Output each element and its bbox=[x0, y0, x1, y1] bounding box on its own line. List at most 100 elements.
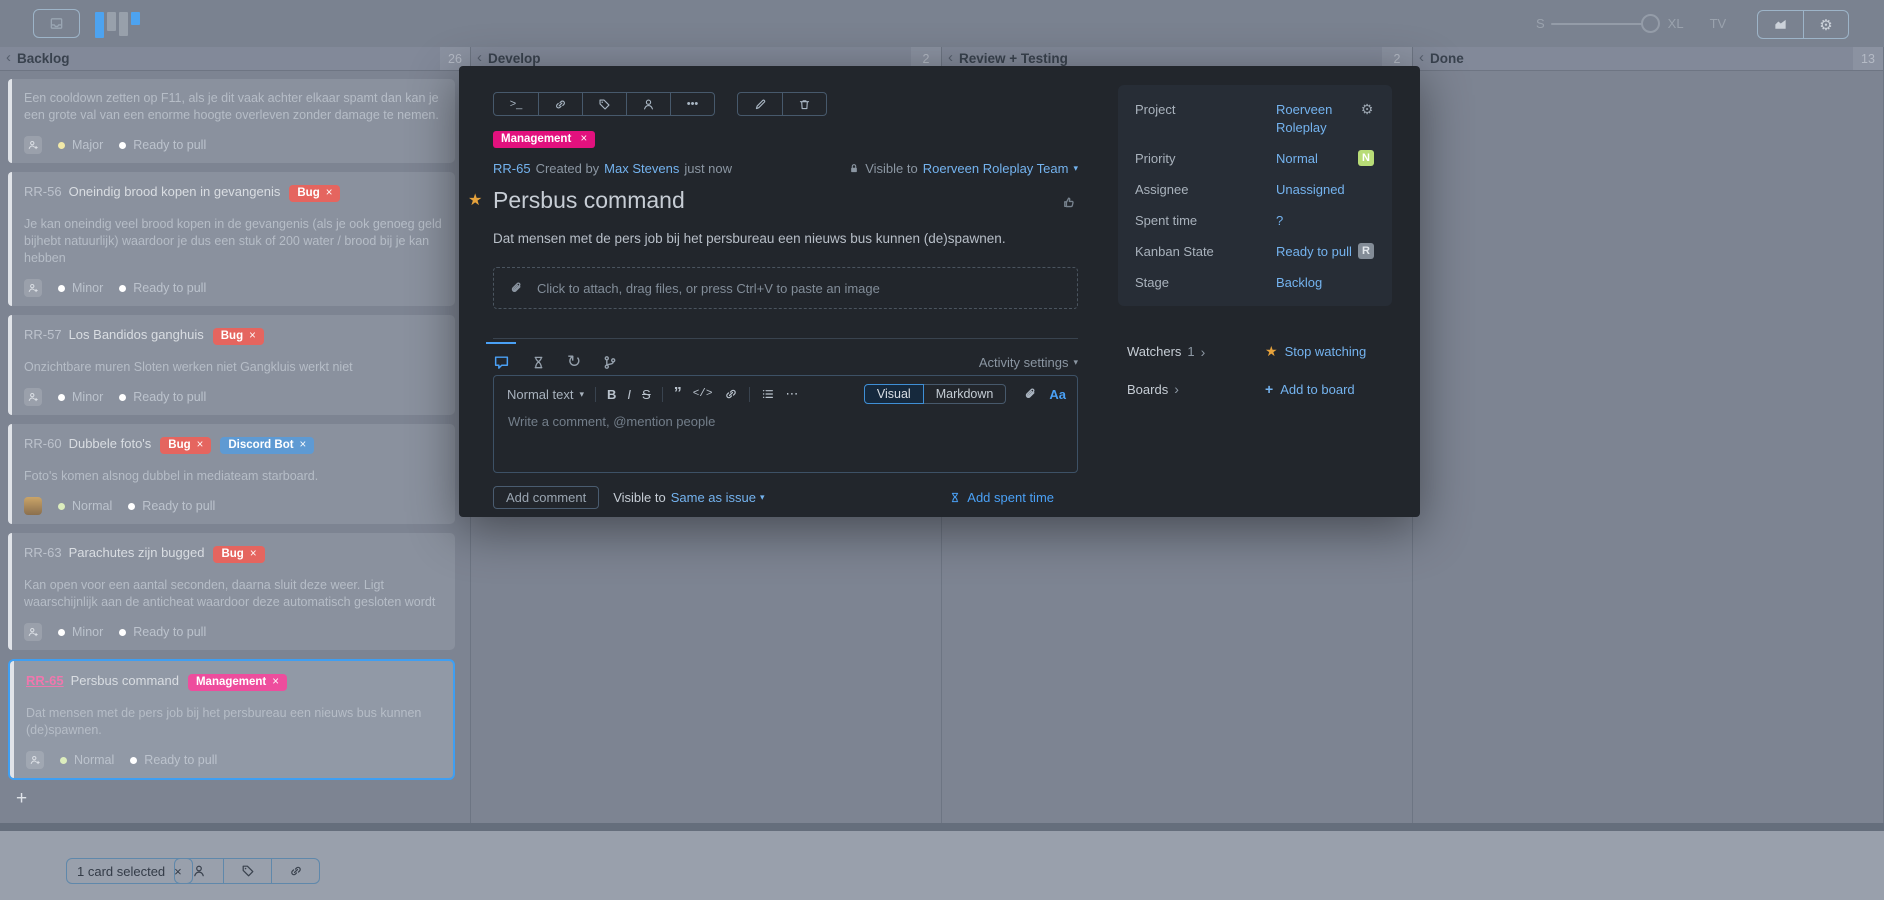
add-comment-button[interactable]: Add comment bbox=[493, 486, 599, 509]
paragraph-format-select[interactable]: Normal text ▾ bbox=[507, 387, 584, 402]
size-slider-track[interactable] bbox=[1551, 23, 1643, 25]
tab-comments[interactable] bbox=[493, 354, 510, 371]
code-button[interactable]: </> bbox=[693, 388, 713, 400]
field-value[interactable]: Normal bbox=[1276, 150, 1358, 168]
inbox-button[interactable] bbox=[33, 9, 80, 38]
chevron-right-icon: › bbox=[1174, 381, 1179, 397]
chart-bar bbox=[119, 12, 128, 36]
card-priority: Minor bbox=[72, 281, 103, 295]
assignee-avatar[interactable] bbox=[24, 136, 42, 154]
card-id[interactable]: RR-63 bbox=[24, 545, 62, 560]
tag-chip[interactable]: Bug× bbox=[213, 328, 264, 345]
gear-icon[interactable]: ⚙ bbox=[1358, 101, 1376, 117]
edit-issue-button[interactable] bbox=[738, 93, 782, 115]
author-link[interactable]: Max Stevens bbox=[604, 161, 679, 176]
font-size-toggle[interactable]: Aa bbox=[1049, 387, 1066, 402]
add-to-board-button[interactable]: + Add to board bbox=[1265, 381, 1393, 397]
board-card[interactable]: RR-63Parachutes zijn buggedBug× Kan open… bbox=[8, 533, 455, 650]
boards-link[interactable]: Boards › bbox=[1127, 381, 1265, 397]
thumbs-up-button[interactable] bbox=[1061, 194, 1076, 209]
visibility-group-link[interactable]: Roerveen Roleplay Team bbox=[923, 161, 1069, 176]
board-switcher-icon[interactable] bbox=[95, 12, 140, 38]
board-settings-button[interactable]: ⚙ bbox=[1803, 11, 1848, 38]
more-formatting-button[interactable]: ⋯ bbox=[786, 386, 799, 402]
board-card[interactable]: RR-56Oneindig brood kopen in gevangenisB… bbox=[8, 172, 455, 306]
issue-id-link[interactable]: RR-65 bbox=[493, 161, 531, 176]
comment-visibility-select[interactable]: Same as issue bbox=[671, 490, 756, 505]
tag-chip[interactable]: Bug × bbox=[160, 437, 211, 454]
attach-to-comment-button[interactable] bbox=[1023, 387, 1038, 402]
tab-vcs[interactable] bbox=[602, 354, 618, 371]
tag-chip[interactable]: Bug × bbox=[213, 546, 264, 563]
tab-spent-time[interactable] bbox=[531, 354, 546, 371]
remove-tag-icon[interactable]: × bbox=[197, 439, 204, 451]
tag-chip[interactable]: Bug× bbox=[289, 185, 340, 202]
chart-view-button[interactable] bbox=[1758, 11, 1803, 38]
tag-selected-button[interactable] bbox=[223, 859, 271, 883]
stop-watching-button[interactable]: ★ Stop watching bbox=[1265, 343, 1393, 360]
bold-button[interactable]: B bbox=[607, 387, 616, 402]
collapse-column-icon[interactable]: ‹ bbox=[1419, 49, 1424, 66]
collapse-column-icon[interactable]: ‹ bbox=[6, 49, 11, 66]
board-card[interactable]: Een cooldown zetten op F11, als je dit v… bbox=[8, 79, 455, 163]
insert-link-button[interactable] bbox=[724, 387, 738, 401]
remove-tag-icon[interactable]: × bbox=[326, 187, 333, 199]
board-card[interactable]: RR-60Dubbele foto'sBug×Discord Bot× Foto… bbox=[8, 424, 455, 524]
assignee-avatar[interactable] bbox=[24, 388, 42, 406]
add-card-button[interactable]: + bbox=[16, 789, 36, 808]
board-card-selected[interactable]: RR-65Persbus commandManagement× Dat mens… bbox=[8, 659, 455, 780]
field-value[interactable]: ? bbox=[1276, 212, 1358, 230]
visual-mode-button[interactable]: Visual bbox=[864, 384, 924, 404]
tag-label: Bug bbox=[168, 439, 190, 451]
star-icon[interactable]: ★ bbox=[468, 190, 482, 210]
board-card[interactable]: RR-57Los Bandidos ganghuisBug× Onzichtba… bbox=[8, 315, 455, 415]
card-priority: Major bbox=[72, 138, 103, 152]
more-actions-button[interactable]: ••• bbox=[670, 93, 714, 115]
link-issue-button[interactable] bbox=[538, 93, 582, 115]
field-value[interactable]: Ready to pull bbox=[1276, 243, 1358, 261]
comment-input[interactable]: Write a comment, @mention people bbox=[494, 404, 1077, 439]
delete-issue-button[interactable] bbox=[782, 93, 826, 115]
remove-tag-icon[interactable]: × bbox=[250, 548, 257, 560]
add-spent-time-button[interactable]: Add spent time bbox=[949, 490, 1054, 505]
markdown-mode-button[interactable]: Markdown bbox=[924, 384, 1007, 404]
assignee-avatar[interactable] bbox=[24, 279, 42, 297]
field-value[interactable]: Roerveen Roleplay bbox=[1276, 101, 1358, 137]
remove-tag-icon[interactable]: × bbox=[581, 133, 588, 145]
card-id[interactable]: RR-57 bbox=[24, 327, 62, 342]
assign-selected-button[interactable] bbox=[175, 859, 223, 883]
attachment-dropzone[interactable]: Click to attach, drag files, or press Ct… bbox=[493, 267, 1078, 309]
card-id[interactable]: RR-56 bbox=[24, 184, 62, 199]
bullet-list-button[interactable] bbox=[761, 387, 775, 401]
watchers-row: Watchers 1 › ★ Stop watching bbox=[1127, 343, 1393, 360]
quote-button[interactable]: ” bbox=[674, 389, 682, 399]
link-selected-button[interactable] bbox=[271, 859, 319, 883]
activity-settings-button[interactable]: Activity settings ▾ bbox=[979, 355, 1078, 370]
assignee-avatar[interactable] bbox=[24, 497, 42, 515]
tag-chip[interactable]: Management× bbox=[188, 674, 287, 691]
strikethrough-button[interactable]: S bbox=[642, 387, 651, 402]
assign-button[interactable] bbox=[626, 93, 670, 115]
add-tag-button[interactable] bbox=[582, 93, 626, 115]
command-dialog-button[interactable]: >_ bbox=[494, 93, 538, 115]
field-value[interactable]: Unassigned bbox=[1276, 181, 1358, 199]
assignee-avatar[interactable] bbox=[26, 751, 44, 769]
italic-button[interactable]: I bbox=[627, 387, 631, 402]
tag-label: Bug bbox=[221, 548, 243, 560]
tag-chip[interactable]: Discord Bot× bbox=[220, 437, 314, 454]
collapse-column-icon[interactable]: ‹ bbox=[948, 49, 953, 66]
card-id[interactable]: RR-60 bbox=[24, 436, 62, 451]
chevron-down-icon[interactable]: ▾ bbox=[1073, 163, 1078, 174]
card-id[interactable]: RR-65 bbox=[26, 673, 64, 688]
assignee-avatar[interactable] bbox=[24, 623, 42, 641]
size-slider-knob[interactable] bbox=[1641, 14, 1660, 33]
tv-mode-button[interactable]: TV bbox=[1710, 16, 1727, 31]
tag-chip[interactable]: Management × bbox=[493, 131, 595, 148]
remove-tag-icon[interactable]: × bbox=[272, 676, 279, 688]
watchers-link[interactable]: Watchers 1 › bbox=[1127, 344, 1265, 360]
remove-tag-icon[interactable]: × bbox=[249, 330, 256, 342]
collapse-column-icon[interactable]: ‹ bbox=[477, 49, 482, 66]
remove-tag-icon[interactable]: × bbox=[300, 439, 307, 451]
field-value[interactable]: Backlog bbox=[1276, 274, 1358, 292]
tab-history[interactable]: ↻ bbox=[567, 354, 581, 372]
